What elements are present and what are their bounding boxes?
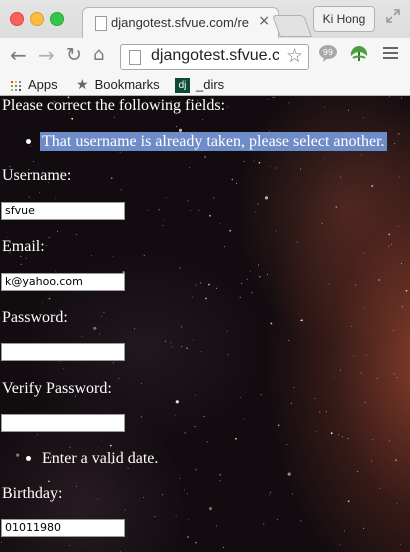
bookmark-label: Bookmarks (94, 77, 160, 92)
bookmark-bookmarks[interactable]: ★ Bookmarks (76, 76, 160, 93)
address-bar[interactable]: djangotest.sfvue.com ☆ (120, 44, 309, 70)
django-icon: dj (175, 78, 190, 94)
username-error-message: That username is already taken, please s… (40, 132, 387, 151)
verify-password-input[interactable] (1, 414, 125, 432)
tab-close-icon[interactable]: × (258, 13, 270, 29)
page-icon (95, 16, 107, 31)
bookmark-star-icon[interactable]: ☆ (286, 46, 303, 66)
password-input[interactable] (1, 343, 125, 361)
back-arrow-icon[interactable]: ← (10, 44, 27, 66)
new-tab-button[interactable] (271, 15, 313, 37)
tab-title: djangotest.sfvue.com/re (111, 15, 250, 30)
password-label: Password: (2, 309, 68, 326)
reload-icon[interactable]: ↻ (66, 44, 82, 66)
bookmark-label: Apps (28, 77, 58, 92)
verify-password-label: Verify Password: (2, 380, 112, 397)
extension-bubble-icon[interactable]: 99 (318, 44, 338, 62)
page-icon (129, 50, 141, 65)
email-input[interactable]: k@yahoo.com (1, 273, 125, 291)
forward-arrow-icon[interactable]: → (38, 44, 55, 66)
birthday-input[interactable]: 01011980 (1, 519, 125, 537)
window-close-button[interactable] (10, 12, 24, 26)
email-label: Email: (2, 238, 45, 255)
list-bullet (26, 139, 31, 144)
date-error-message: Enter a valid date. (42, 450, 159, 467)
bookmarks-bar: Apps ★ Bookmarks dj _dirs (0, 74, 410, 96)
bookmark-label: _dirs (196, 77, 225, 92)
username-input[interactable]: sfvue (1, 202, 125, 220)
browser-tab[interactable]: djangotest.sfvue.com/re × (82, 7, 279, 39)
bookmark-apps[interactable]: Apps (10, 76, 58, 93)
star-icon: ★ (76, 76, 89, 92)
bookmark-dirs[interactable]: dj _dirs (175, 76, 225, 94)
window-maximize-button[interactable] (50, 12, 64, 26)
birthday-label: Birthday: (2, 485, 63, 502)
username-label: Username: (2, 167, 72, 184)
title-bar: djangotest.sfvue.com/re × Ki Hong (0, 0, 410, 39)
apps-grid-icon (10, 80, 22, 92)
fullscreen-icon[interactable] (385, 8, 401, 24)
page-content: Please correct the following fields: Tha… (0, 96, 410, 552)
extension-leaf-icon[interactable] (348, 44, 370, 62)
list-bullet (26, 456, 31, 461)
url-text[interactable]: djangotest.sfvue.com (151, 47, 279, 65)
home-icon[interactable]: ⌂ (93, 44, 104, 66)
error-header: Please correct the following fields: (2, 97, 226, 114)
svg-text:99: 99 (323, 48, 333, 57)
browser-chrome: djangotest.sfvue.com/re × Ki Hong ← → ↻ … (0, 0, 410, 96)
window-minimize-button[interactable] (30, 12, 44, 26)
menu-icon[interactable] (383, 47, 398, 62)
profile-button[interactable]: Ki Hong (313, 6, 375, 32)
